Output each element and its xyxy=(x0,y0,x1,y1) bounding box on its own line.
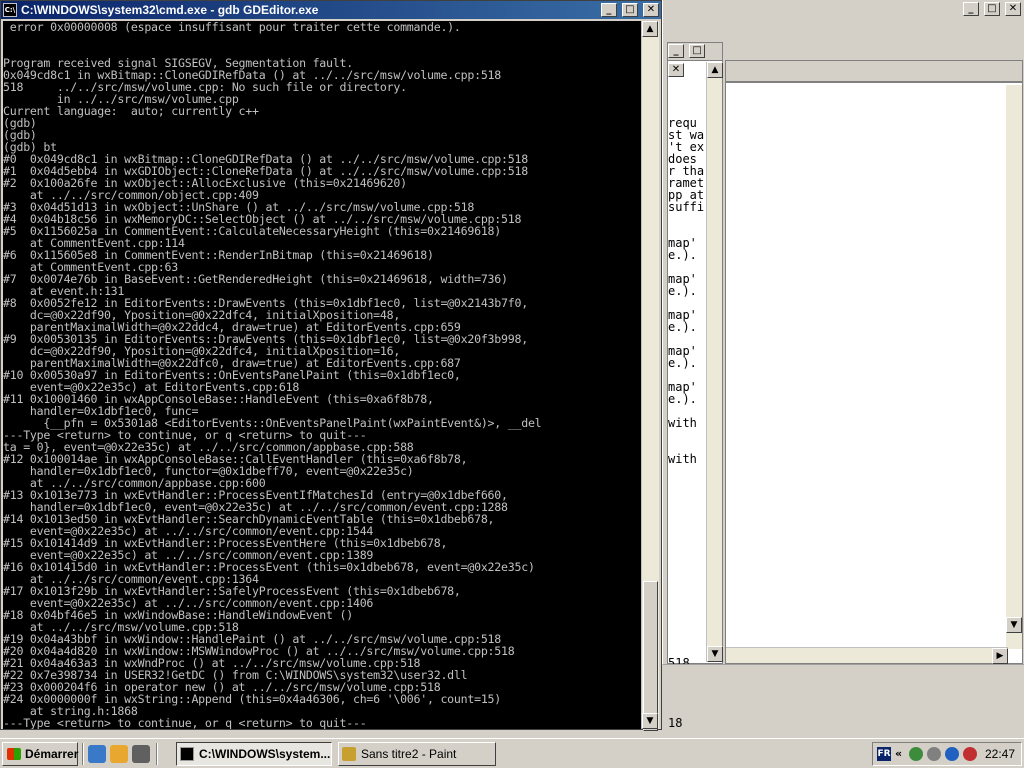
close-icon[interactable]: ✕ xyxy=(643,3,659,17)
maximize-icon[interactable]: □ xyxy=(983,2,1000,16)
status-bar xyxy=(663,664,1024,708)
separator xyxy=(156,743,158,765)
language-indicator[interactable]: FR xyxy=(877,747,891,761)
system-tray: FR « 22:47 xyxy=(872,742,1022,766)
task-label: Sans titre2 - Paint xyxy=(361,747,457,761)
scroll-down-icon[interactable]: ▼ xyxy=(1006,617,1022,633)
child-window-titlebar[interactable]: _ □ ✕ xyxy=(668,43,722,77)
volume-icon[interactable] xyxy=(927,747,941,761)
background-window-titlebar[interactable]: _ □ ✕ xyxy=(663,0,1024,18)
scroll-up-icon[interactable]: ▲ xyxy=(707,62,723,78)
scroll-right-icon[interactable]: ▶ xyxy=(992,648,1008,664)
chevron-left-icon[interactable]: « xyxy=(895,747,902,761)
child-window-text[interactable]: _ □ ✕ requ st wa 't ex does r tha ramet … xyxy=(667,42,723,729)
maximize-icon[interactable]: □ xyxy=(621,3,638,17)
console-output[interactable]: error 0x00000008 (espace insuffisant pou… xyxy=(3,21,641,729)
scroll-up-icon[interactable]: ▲ xyxy=(642,21,658,37)
background-window-controls: _ □ ✕ xyxy=(962,2,1021,21)
scroll-down-icon[interactable]: ▼ xyxy=(707,646,723,662)
paint-canvas[interactable] xyxy=(726,85,1008,647)
task-label: C:\WINDOWS\system... xyxy=(199,747,331,761)
paint-icon xyxy=(342,747,356,761)
cmd-titlebar[interactable]: C:\ C:\WINDOWS\system32\cmd.exe - gdb GD… xyxy=(1,1,661,19)
minimize-icon[interactable]: _ xyxy=(668,44,684,58)
close-icon[interactable]: ✕ xyxy=(668,63,684,77)
network-icon[interactable] xyxy=(909,747,923,761)
console-icon xyxy=(180,747,194,761)
child-window-partial-text: requ st wa 't ex does r tha ramet pp at … xyxy=(668,117,705,729)
start-label: Démarrer xyxy=(25,747,79,761)
minimize-icon[interactable]: _ xyxy=(600,3,617,17)
tray-app-icon[interactable] xyxy=(945,747,959,761)
task-cmd[interactable]: C:\WINDOWS\system... xyxy=(176,742,332,766)
explorer-icon[interactable] xyxy=(110,745,128,763)
clock[interactable]: 22:47 xyxy=(985,743,1015,765)
windows-flag-icon xyxy=(7,748,21,760)
vertical-scrollbar[interactable]: ▲ ▼ xyxy=(706,62,723,662)
vertical-scrollbar[interactable]: ▼ xyxy=(1006,85,1022,649)
console-text: error 0x00000008 (espace insuffisant pou… xyxy=(3,21,542,729)
desktop: _ □ ✕ _ □ ✕ requ st wa 't ex does r tha … xyxy=(0,0,1024,768)
task-paint[interactable]: Sans titre2 - Paint xyxy=(338,742,496,766)
security-icon[interactable] xyxy=(963,747,977,761)
start-button[interactable]: Démarrer xyxy=(2,742,78,766)
paint-toolbar xyxy=(726,61,1022,83)
separator xyxy=(82,743,84,765)
window-title: C:\WINDOWS\system32\cmd.exe - gdb GDEdit… xyxy=(21,3,319,17)
scroll-thumb[interactable] xyxy=(643,581,658,731)
paint-canvas-window[interactable]: ▼ ▶ xyxy=(725,60,1023,664)
vertical-scrollbar[interactable]: ▲ ▼ xyxy=(641,21,659,731)
cmd-window[interactable]: C:\ C:\WINDOWS\system32\cmd.exe - gdb GD… xyxy=(0,0,662,731)
console-icon[interactable]: C:\ xyxy=(3,3,17,17)
close-icon[interactable]: ✕ xyxy=(1005,2,1021,16)
ie-icon[interactable] xyxy=(88,745,106,763)
horizontal-scrollbar[interactable]: ▶ xyxy=(726,647,1008,664)
window-controls: _ □ ✕ xyxy=(600,3,659,22)
app-icon[interactable] xyxy=(132,745,150,763)
scroll-down-icon[interactable]: ▼ xyxy=(642,713,658,729)
background-window[interactable]: _ □ ✕ _ □ ✕ requ st wa 't ex does r tha … xyxy=(662,0,1024,729)
minimize-icon[interactable]: _ xyxy=(962,2,979,16)
taskbar: Démarrer C:\WINDOWS\system... Sans titre… xyxy=(0,738,1024,768)
maximize-icon[interactable]: □ xyxy=(689,44,706,58)
